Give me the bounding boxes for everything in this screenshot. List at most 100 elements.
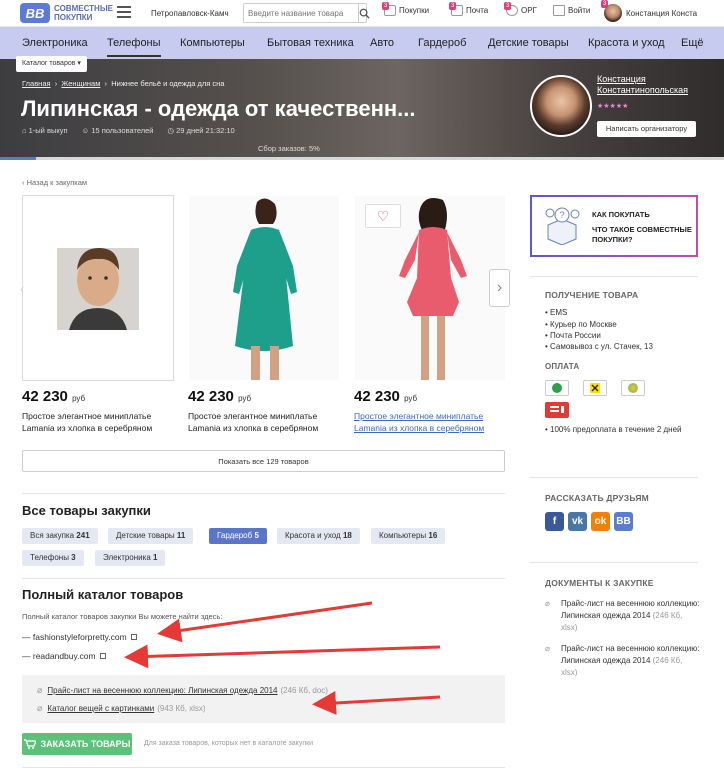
organizer-name[interactable]: Констанция Константинопольская: [597, 74, 688, 96]
progress-text: Сбор заказов: 5%: [258, 144, 320, 153]
odnoklassniki-icon[interactable]: ok: [591, 512, 610, 531]
all-goods-heading: Все товары закупки: [22, 503, 151, 518]
external-link-icon: [131, 634, 138, 640]
tag-icon: ⌂ 1-ый выкуп: [22, 126, 68, 135]
nav-item-more[interactable]: Ещё: [681, 37, 704, 49]
menu-icon[interactable]: [117, 6, 131, 18]
vk-icon[interactable]: vk: [568, 512, 587, 531]
nav-item-electronics[interactable]: Электроника: [22, 37, 88, 49]
logo-mark: ВВ: [20, 3, 50, 23]
logo-line2: ПОКУПКИ: [54, 13, 93, 22]
user-menu[interactable]: 3 Констанция Конста: [601, 0, 697, 22]
breadcrumb: Главная › Женщинам › Нижнее бельё и одеж…: [22, 79, 225, 88]
nav-item-computers[interactable]: Компьютеры: [180, 37, 245, 49]
org-link[interactable]: 3 ОРГ: [504, 2, 537, 16]
nav-item-phones[interactable]: Телефоны: [107, 37, 161, 57]
catalog-dropdown[interactable]: Каталог товаров ▾: [16, 56, 87, 72]
product-card[interactable]: [22, 195, 174, 381]
doc-item[interactable]: ⌀ Прайс-лист на весеннюю коллекцию: Липин…: [545, 598, 700, 634]
how-to-buy-link[interactable]: КАК ПОКУПАТЬ: [592, 210, 650, 219]
progress-bar: [0, 157, 724, 160]
city-selector[interactable]: Петропавловск-Камч: [151, 9, 229, 18]
order-button[interactable]: ЗАКАЗАТЬ ТОВАРЫ: [22, 733, 132, 755]
favorite-heart-icon[interactable]: ♡: [365, 204, 401, 228]
delivery-item: • EMS: [545, 308, 568, 317]
search-box: [243, 3, 370, 23]
logo-line1: СОВМЕСТНЫЕ: [54, 4, 113, 13]
avatar: 3: [601, 0, 622, 22]
write-organizer-button[interactable]: Написать организатору: [597, 121, 696, 137]
payment-heading: ОПЛАТА: [545, 362, 580, 371]
product-price: 42 230 руб: [22, 388, 86, 405]
nav-item-beauty[interactable]: Красота и уход: [588, 37, 665, 49]
divider: [530, 276, 698, 277]
file-item[interactable]: ⌀ Прайс-лист на весеннюю коллекцию: Липин…: [37, 685, 328, 696]
rating-stars: ★★★★★: [597, 103, 629, 110]
order-note: Для заказа товаров, которых нет в катало…: [144, 740, 314, 747]
users-icon: ☺ 15 пользователей: [81, 126, 154, 135]
divider: [530, 562, 698, 563]
box-question-icon: ?: [545, 207, 580, 245]
paperclip-icon: ⌀: [545, 644, 550, 653]
tag-kids[interactable]: Детские товары 11: [108, 528, 194, 544]
product-card[interactable]: [188, 195, 340, 381]
tag-electronics[interactable]: Электроника 1: [95, 550, 166, 566]
external-link-icon: [99, 653, 106, 659]
login-link[interactable]: Войти: [553, 5, 590, 16]
purchases-link[interactable]: 3 Покупки: [382, 2, 429, 16]
product-price: 42 230 руб: [188, 388, 252, 405]
mail-icon: 3: [449, 2, 463, 16]
docs-heading: ДОКУМЕНТЫ К ЗАКУПКЕ: [545, 578, 654, 588]
doc-item[interactable]: ⌀ Прайс-лист на весеннюю коллекцию: Липин…: [545, 643, 700, 679]
logo[interactable]: ВВ СОВМЕСТНЫЕ ПОКУПКИ: [20, 3, 113, 23]
product-price: 42 230 руб: [354, 388, 418, 405]
tag-phones[interactable]: Телефоны 3: [22, 550, 84, 566]
catalog-link-2[interactable]: — readandbuy.com: [22, 651, 106, 661]
share-heading: РАССКАЗАТЬ ДРУЗЬЯМ: [545, 493, 649, 503]
search-icon[interactable]: [358, 4, 370, 22]
how-to-buy-box[interactable]: ? КАК ПОКУПАТЬ ЧТО ТАКОЕ СОВМЕСТНЫЕ ПОКУ…: [530, 195, 698, 257]
search-input[interactable]: [244, 4, 358, 22]
nav-item-appliances[interactable]: Бытовая техника: [267, 37, 354, 49]
product-title[interactable]: Простое элегантное миниплатье Lamania из…: [22, 410, 172, 434]
product-card[interactable]: ♡: [354, 195, 506, 381]
nav-item-kids[interactable]: Детские товары: [488, 37, 569, 49]
product-title[interactable]: Простое элегантное миниплатье Lamania из…: [188, 410, 338, 434]
divider: [22, 578, 505, 579]
tag-computers[interactable]: Компьютеры 16: [371, 528, 446, 544]
nav-item-auto[interactable]: Авто: [370, 37, 394, 49]
breadcrumb-women[interactable]: Женщинам: [61, 79, 100, 88]
carousel-prev-icon[interactable]: ‹: [20, 282, 24, 296]
page-title: Липинская - одежда от качественн...: [21, 96, 416, 121]
paperclip-icon: ⌀: [37, 685, 43, 695]
what-is-link[interactable]: ЧТО ТАКОЕ СОВМЕСТНЫЕ ПОКУПКИ?: [592, 225, 692, 245]
top-bar: ВВ СОВМЕСТНЫЕ ПОКУПКИ Петропавловск-Камч …: [0, 0, 724, 27]
delivery-item: • Почта России: [545, 331, 601, 340]
file-item[interactable]: ⌀ Каталог вещей с картинками (943 Кб, xlsx…: [37, 703, 206, 714]
payment-note: • 100% предоплата в течение 2 дней: [545, 425, 682, 434]
catalog-heading: Полный каталог товаров: [22, 587, 184, 602]
facebook-icon[interactable]: f: [545, 512, 564, 531]
tag-beauty[interactable]: Красота и уход 18: [277, 528, 360, 544]
delivery-item: • Курьер по Москве: [545, 320, 617, 329]
back-link[interactable]: ‹ Назад к закупкам: [22, 178, 87, 187]
tag-wardrobe[interactable]: Гардероб 5: [209, 528, 267, 544]
clock-icon: ◷ 29 дней 21:32:10: [167, 126, 235, 135]
mail-link[interactable]: 3 Почта: [449, 2, 488, 16]
catalog-link-1[interactable]: — fashionstyleforpretty.com: [22, 632, 138, 642]
product-title[interactable]: Простое элегантное миниплатье Lamania из…: [354, 410, 504, 434]
organizer-avatar[interactable]: [530, 75, 592, 137]
bank-card-icon: [545, 402, 569, 418]
teal-dress-image: [189, 196, 339, 380]
show-all-button[interactable]: Показать все 129 товаров: [22, 450, 505, 472]
carousel-next-icon[interactable]: ›: [489, 269, 510, 307]
vv-share-icon[interactable]: ВВ: [614, 512, 633, 531]
cart-icon: [23, 739, 36, 749]
paperclip-icon: ⌀: [37, 703, 43, 713]
tag-all[interactable]: Вся закупка 241: [22, 528, 98, 544]
nav-item-wardrobe[interactable]: Гардероб: [418, 37, 466, 49]
raiffeisen-icon: [583, 380, 607, 396]
files-box: [22, 675, 505, 723]
sberbank-icon: [545, 380, 569, 396]
breadcrumb-home[interactable]: Главная: [22, 79, 51, 88]
